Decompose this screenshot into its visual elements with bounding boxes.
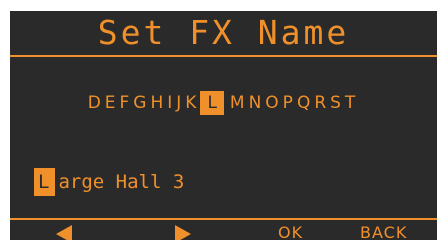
name-rest: arge Hall 3 (58, 171, 185, 193)
fx-name-field[interactable]: Large Hall 3 (34, 168, 184, 196)
back-softkey[interactable]: BACK (360, 223, 407, 240)
alphabet-before[interactable]: DEFGHIJK (88, 93, 201, 113)
alphabet-selected-char[interactable]: L (200, 91, 224, 115)
right-triangle-icon[interactable] (175, 225, 191, 240)
name-cursor-char: L (34, 168, 56, 196)
screen-title: Set FX Name (97, 13, 350, 52)
character-selector[interactable]: DEFGHIJK L MNOPQRST (10, 91, 437, 115)
softkey-bar: OK BACK (10, 223, 437, 240)
title-divider (10, 55, 437, 57)
left-triangle-icon[interactable] (56, 225, 72, 240)
ok-softkey[interactable]: OK (278, 223, 303, 240)
alphabet-after[interactable]: MNOPQRST (230, 93, 359, 113)
softkey-divider (10, 218, 437, 220)
lcd-display: Set FX Name DEFGHIJK L MNOPQRST Large Hall… (10, 11, 437, 240)
device-screen: Set FX Name DEFGHIJK L MNOPQRST Large Hall… (0, 0, 448, 240)
